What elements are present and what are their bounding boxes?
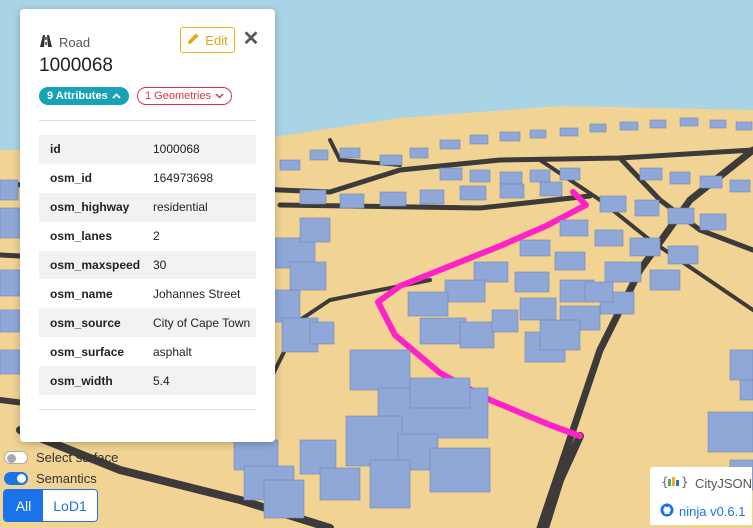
table-row: osm_lanes 2 xyxy=(39,222,256,251)
divider xyxy=(39,409,256,410)
semantics-switch[interactable] xyxy=(4,472,28,485)
attribute-value: 1000068 xyxy=(153,142,200,157)
attribute-value: 30 xyxy=(153,258,167,272)
edit-button-label: Edit xyxy=(205,32,228,48)
table-row: osm_name Johannes Street xyxy=(39,279,256,308)
lod-option-all[interactable]: All xyxy=(4,490,43,521)
table-row: osm_width 5.4 xyxy=(39,366,256,396)
attributes-badge-label: 9 Attributes xyxy=(47,90,108,102)
object-id-title: 1000068 xyxy=(39,55,113,76)
attributes-table: id 1000068 osm_id 164973698 osm_highway res… xyxy=(39,135,256,396)
attribute-value: asphalt xyxy=(153,344,192,359)
attribute-key: osm_highway xyxy=(50,200,130,215)
svg-text:}: } xyxy=(681,475,689,489)
attribute-key: id xyxy=(50,142,61,157)
edit-button[interactable]: Edit xyxy=(180,27,235,53)
table-row: id 1000068 xyxy=(39,135,256,164)
lod-option-lod1[interactable]: LoD1 xyxy=(43,490,97,521)
attribute-key: osm_maxspeed xyxy=(50,258,141,272)
attribute-value: 5.4 xyxy=(153,373,170,388)
object-info-panel: Road 1000068 Edit ✕ 9 Attributes 1 Geome… xyxy=(20,9,275,442)
lod-selector: All LoD1 xyxy=(3,489,98,522)
object-type-label: Road xyxy=(59,35,91,50)
divider xyxy=(39,120,256,121)
cityjson-logo-text: CityJSON xyxy=(695,476,753,491)
pencil-icon xyxy=(187,32,200,48)
table-row: osm_highway residential xyxy=(39,192,256,222)
attribute-key: osm_id xyxy=(50,171,93,186)
cityjson-logo: {} CityJSON xyxy=(661,475,752,492)
svg-text:{: { xyxy=(661,475,669,489)
brand-box: {} CityJSON ninja v0.6.1 xyxy=(650,467,752,525)
select-surface-switch[interactable] xyxy=(4,451,28,464)
attribute-value: City of Cape Town xyxy=(153,315,251,330)
attribute-key: osm_width xyxy=(50,373,113,388)
attribute-value: Johannes Street xyxy=(153,286,241,301)
semantics-label: Semantics xyxy=(36,471,97,486)
table-row: osm_maxspeed 30 xyxy=(39,250,256,280)
road-icon xyxy=(39,35,53,50)
cityjson-icon: {} xyxy=(661,475,691,492)
semantics-toggle[interactable]: Semantics xyxy=(4,471,97,486)
version-text: ninja v0.6.1 xyxy=(679,504,746,519)
select-surface-toggle[interactable]: Select surface xyxy=(4,450,118,465)
attribute-key: osm_surface xyxy=(50,344,125,359)
table-row: osm_id 164973698 xyxy=(39,164,256,193)
attributes-toggle[interactable]: 9 Attributes xyxy=(39,87,129,105)
geometries-badge-label: 1 Geometries xyxy=(145,90,212,102)
attribute-key: osm_source xyxy=(50,315,121,330)
attribute-key: osm_name xyxy=(50,286,113,301)
table-row: osm_source City of Cape Town xyxy=(39,308,256,338)
table-row: osm_surface asphalt xyxy=(39,337,256,366)
github-icon xyxy=(660,503,674,520)
chevron-up-icon xyxy=(112,90,121,102)
select-surface-label: Select surface xyxy=(36,450,119,465)
attribute-value: 2 xyxy=(153,229,160,244)
attribute-value: 164973698 xyxy=(153,171,214,186)
attribute-key: osm_lanes xyxy=(50,229,113,244)
github-link[interactable]: ninja v0.6.1 xyxy=(660,503,746,520)
chevron-down-icon xyxy=(215,90,224,102)
geometries-toggle[interactable]: 1 Geometries xyxy=(137,87,233,105)
attribute-value: residential xyxy=(153,200,208,215)
object-type: Road xyxy=(39,35,90,50)
close-icon[interactable]: ✕ xyxy=(242,29,260,49)
